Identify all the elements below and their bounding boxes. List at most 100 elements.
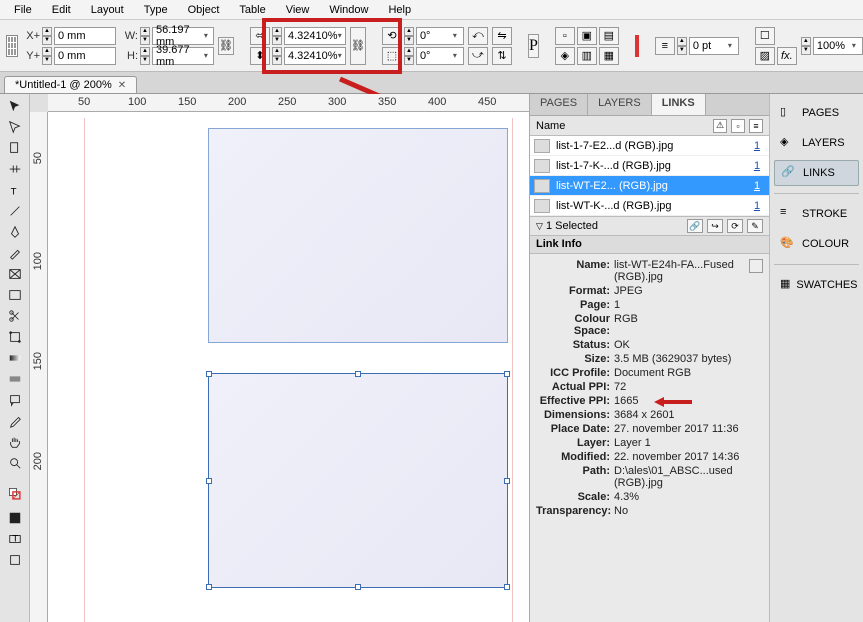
document-canvas[interactable] (48, 112, 529, 622)
scale-y-input[interactable]: 4.32410%▾ (284, 47, 346, 65)
flip-v-button[interactable]: ⇅ (492, 47, 512, 65)
menu-type[interactable]: Type (134, 2, 178, 18)
zoom-tool[interactable] (3, 453, 27, 473)
stroke-weight-input[interactable]: 0 pt▾ (689, 37, 739, 55)
preview-thumbnail-icon[interactable] (749, 259, 763, 273)
flip-h-button[interactable]: ⇋ (492, 27, 512, 45)
shear-spinner[interactable]: ▲▼ (404, 47, 414, 65)
hand-tool[interactable] (3, 432, 27, 452)
type-tool[interactable]: T (3, 180, 27, 200)
svg-text:T: T (10, 186, 16, 197)
x-input[interactable]: 0 mm (54, 27, 116, 45)
sy-spinner[interactable]: ▲▼ (272, 47, 282, 65)
dock-stroke[interactable]: ≡STROKE (774, 201, 859, 227)
h-spinner[interactable]: ▲▼ (140, 47, 150, 65)
placed-image-1[interactable] (208, 128, 508, 343)
vertical-ruler[interactable]: 50 100 150 200 (30, 112, 48, 622)
close-tab-icon[interactable]: ✕ (118, 80, 126, 91)
w-input[interactable]: 56.197 mm▾ (152, 27, 214, 45)
opacity-spinner[interactable]: ▲▼ (801, 37, 811, 55)
dock-pages[interactable]: ▯PAGES (774, 100, 859, 126)
pen-tool[interactable] (3, 222, 27, 242)
y-spinner[interactable]: ▲▼ (42, 47, 52, 65)
dock-swatches[interactable]: ▦SWATCHES (774, 272, 859, 298)
document-tab[interactable]: *Untitled-1 @ 200% ✕ (4, 76, 137, 93)
wrap-shape-icon[interactable]: ◈ (555, 47, 575, 65)
rectangle-frame-tool[interactable] (3, 264, 27, 284)
go-to-link-button[interactable]: ↪ (707, 219, 723, 233)
x-spinner[interactable]: ▲▼ (42, 27, 52, 45)
opacity-input[interactable]: 100%▾ (813, 37, 863, 55)
reference-point-picker[interactable] (6, 35, 18, 57)
page-tool[interactable] (3, 138, 27, 158)
selection-tool[interactable] (3, 96, 27, 116)
tab-pages[interactable]: PAGES (530, 94, 588, 115)
menu-view[interactable]: View (276, 2, 320, 18)
dock-links[interactable]: 🔗LINKS (774, 160, 859, 186)
shear-input[interactable]: 0°▾ (416, 47, 464, 65)
menu-window[interactable]: Window (319, 2, 378, 18)
pencil-tool[interactable] (3, 243, 27, 263)
scale-x-input[interactable]: 4.32410%▾ (284, 27, 346, 45)
line-tool[interactable] (3, 201, 27, 221)
rectangle-tool[interactable] (3, 285, 27, 305)
link-row[interactable]: list-WT-K-...d (RGB).jpg1 (530, 196, 769, 216)
gradient-tool[interactable] (3, 348, 27, 368)
link-row[interactable]: list-1-7-E2...d (RGB).jpg1 (530, 136, 769, 156)
rotate-cw-button[interactable]: ⤻ (468, 47, 488, 65)
links-column-name[interactable]: Name (536, 120, 565, 132)
tab-layers[interactable]: LAYERS (588, 94, 652, 115)
wrap-around-icon[interactable]: ▣ (577, 27, 597, 45)
stroke-spinner[interactable]: ▲▼ (677, 37, 687, 55)
update-link-button[interactable]: ⟳ (727, 219, 743, 233)
paragraph-style-button[interactable]: P (528, 34, 539, 58)
rotation-input[interactable]: 0°▾ (416, 27, 464, 45)
constrain-scale-icon[interactable]: ⛓ (350, 27, 366, 65)
warning-column-icon[interactable]: ⚠ (713, 119, 727, 133)
menu-layout[interactable]: Layout (81, 2, 134, 18)
link-row[interactable]: list-1-7-K-...d (RGB).jpg1 (530, 156, 769, 176)
fill-swatch[interactable] (635, 35, 639, 57)
panel-menu-icon[interactable]: ≡ (749, 119, 763, 133)
free-transform-tool[interactable] (3, 327, 27, 347)
menu-edit[interactable]: Edit (42, 2, 81, 18)
menu-help[interactable]: Help (378, 2, 421, 18)
edit-original-button[interactable]: ✎ (747, 219, 763, 233)
gap-tool[interactable] (3, 159, 27, 179)
wrap-jump-icon[interactable]: ▤ (599, 27, 619, 45)
menu-table[interactable]: Table (229, 2, 275, 18)
constrain-wh-icon[interactable]: ⛓ (218, 37, 234, 55)
eyedropper-tool[interactable] (3, 411, 27, 431)
dock-colour[interactable]: 🎨COLOUR (774, 231, 859, 257)
relink-button[interactable]: 🔗 (687, 219, 703, 233)
wrap-none-icon[interactable]: ▫ (555, 27, 575, 45)
sx-spinner[interactable]: ▲▼ (272, 27, 282, 45)
formatting-container-button[interactable]: T (3, 529, 27, 549)
apply-color-button[interactable] (3, 508, 27, 528)
fill-stroke-swatch[interactable] (3, 481, 27, 507)
rot-spinner[interactable]: ▲▼ (404, 27, 414, 45)
tab-links[interactable]: LINKS (652, 94, 706, 115)
view-mode-button[interactable] (3, 550, 27, 570)
w-spinner[interactable]: ▲▼ (140, 27, 150, 45)
horizontal-ruler[interactable]: 50 100 150 200 250 300 350 400 450 (48, 94, 529, 112)
direct-selection-tool[interactable] (3, 117, 27, 137)
wrap-column-icon[interactable]: ▥ (577, 47, 597, 65)
link-row-selected[interactable]: list-WT-E2... (RGB).jpg1 (530, 176, 769, 196)
drop-shadow-button[interactable]: ▨ (755, 47, 775, 65)
menu-object[interactable]: Object (178, 2, 230, 18)
fx-button[interactable]: fx. (777, 47, 797, 65)
h-input[interactable]: 39.677 mm▾ (152, 47, 214, 65)
dock-layers[interactable]: ◈LAYERS (774, 130, 859, 156)
placed-image-selected[interactable] (208, 373, 508, 588)
page-column-icon[interactable]: ▫ (731, 119, 745, 133)
links-icon: 🔗 (781, 165, 797, 181)
wrap-next-icon[interactable]: ▦ (599, 47, 619, 65)
y-input[interactable]: 0 mm (54, 47, 116, 65)
gradient-feather-tool[interactable] (3, 369, 27, 389)
note-tool[interactable] (3, 390, 27, 410)
menu-file[interactable]: File (4, 2, 42, 18)
effects-button[interactable]: ☐ (755, 27, 775, 45)
rotate-ccw-button[interactable]: ⤺ (468, 27, 488, 45)
scissors-tool[interactable] (3, 306, 27, 326)
